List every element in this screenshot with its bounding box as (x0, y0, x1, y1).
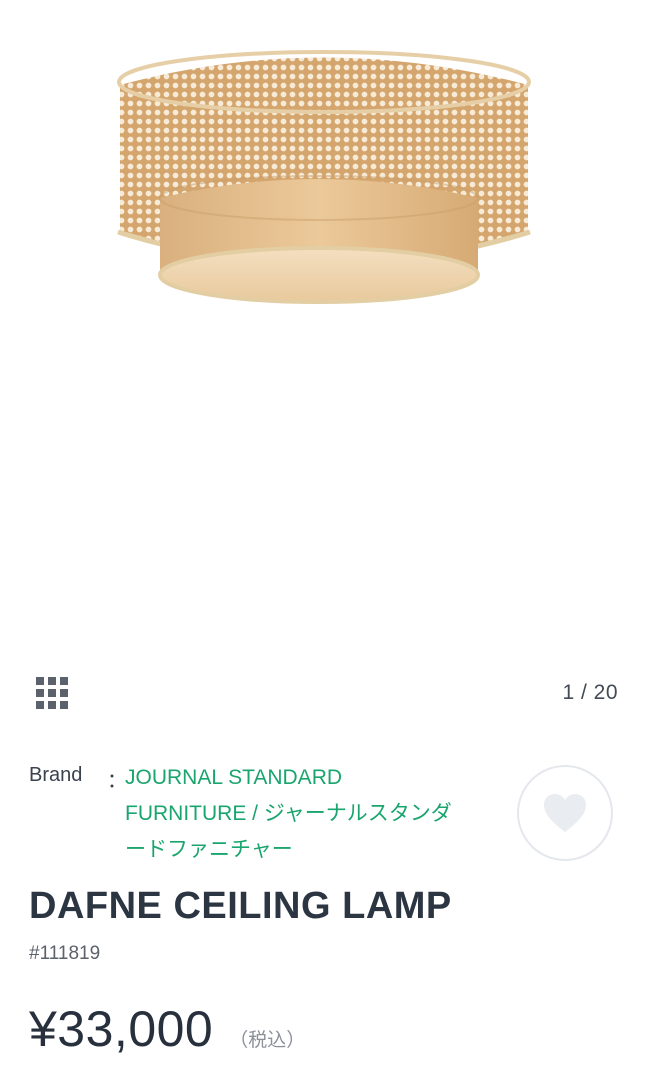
price-row: ¥33,000 （税込） (29, 1000, 305, 1058)
grid-view-icon (36, 677, 68, 709)
product-title: DAFNE CEILING LAMP (29, 885, 452, 927)
product-sku: #111819 (29, 943, 101, 964)
image-counter: 1 / 20 (562, 681, 618, 704)
grid-view-button[interactable] (34, 675, 70, 711)
heart-icon (544, 794, 586, 832)
gallery-controls: 1 / 20 (0, 668, 648, 718)
brand-link[interactable]: JOURNAL STANDARD FURNITURE / ジャーナルスタンダード… (125, 760, 465, 868)
brand-colon: ： (107, 770, 127, 792)
favorite-button[interactable] (517, 765, 613, 861)
product-image[interactable] (0, 0, 648, 650)
ceiling-lamp-illustration (117, 50, 531, 304)
brand-label: Brand (29, 764, 83, 786)
product-price: ¥33,000 (29, 1001, 214, 1057)
tax-note: （税込） (229, 1030, 306, 1051)
